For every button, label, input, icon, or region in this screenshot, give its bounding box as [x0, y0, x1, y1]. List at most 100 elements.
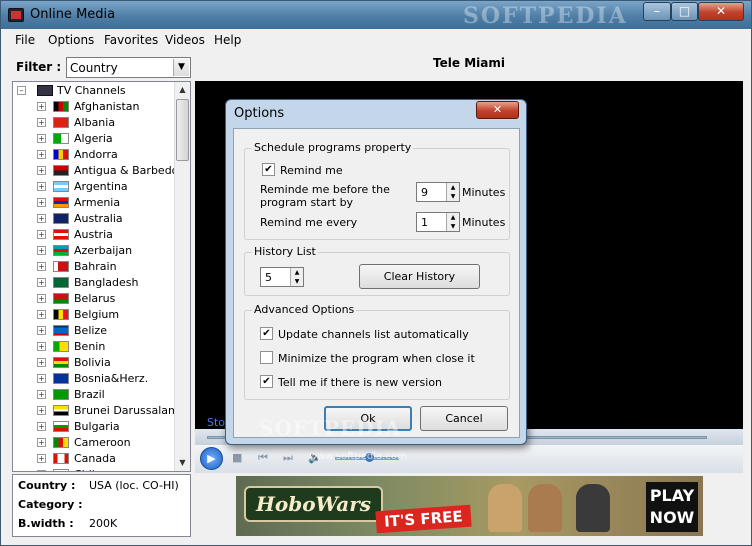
expand-icon[interactable]: +: [37, 390, 46, 399]
menu-options[interactable]: Options: [48, 33, 94, 47]
flag-icon: [53, 421, 69, 432]
banner-play-now[interactable]: PLAY NOW: [646, 482, 698, 532]
history-spinner[interactable]: 5 ▲ ▼: [260, 267, 304, 287]
menu-favorites[interactable]: Favorites: [104, 33, 158, 47]
menu-help[interactable]: Help: [214, 33, 241, 47]
schedule-group: Schedule programs property ✔ Remind me R…: [244, 141, 510, 240]
tree-item-label: Brunei Darussalam: [74, 404, 179, 417]
country-label: Country :: [18, 479, 76, 492]
remind-every-spinner[interactable]: 1 ▲ ▼: [416, 212, 460, 232]
flag-icon: [53, 389, 69, 400]
next-icon[interactable]: ⏭: [283, 451, 293, 465]
spinner-arrows-icon[interactable]: ▲ ▼: [290, 268, 303, 286]
player-controls: ▶ ■ ⏮ ⏭ 🔈: [195, 445, 743, 473]
filter-label: Filter :: [16, 60, 62, 74]
tv-app-icon: [8, 8, 24, 22]
tree-item-label: Belgium: [74, 308, 120, 321]
remind-before-value: 9: [421, 186, 428, 199]
expand-icon[interactable]: +: [37, 214, 46, 223]
ad-banner[interactable]: HoboWars IT'S FREE PLAY NOW: [236, 476, 703, 536]
expand-icon[interactable]: +: [37, 470, 46, 471]
tree-item-label: Belarus: [74, 292, 116, 305]
schedule-group-label: Schedule programs property: [252, 141, 414, 154]
expand-icon[interactable]: +: [37, 150, 46, 159]
flag-icon: [53, 469, 69, 471]
banner-figure: [528, 484, 562, 532]
expand-icon[interactable]: +: [37, 118, 46, 127]
expand-icon[interactable]: +: [37, 294, 46, 303]
expand-icon[interactable]: +: [37, 342, 46, 351]
flag-icon: [53, 213, 69, 224]
title-bar[interactable]: Online Media SOFTPEDIA – □ ✕: [1, 1, 751, 29]
minimize-button[interactable]: –: [643, 2, 671, 21]
tree-item-label: Cameroon: [74, 436, 131, 449]
expand-icon[interactable]: +: [37, 230, 46, 239]
expand-icon[interactable]: +: [37, 406, 46, 415]
expand-icon[interactable]: +: [37, 278, 46, 287]
menu-videos[interactable]: Videos: [165, 33, 205, 47]
flag-icon: [53, 325, 69, 336]
new-version-label: Tell me if there is new version: [278, 376, 443, 389]
maximize-button[interactable]: □: [671, 2, 698, 21]
expand-icon[interactable]: +: [37, 358, 46, 367]
expand-icon[interactable]: +: [37, 134, 46, 143]
remind-before-spinner[interactable]: 9 ▲ ▼: [416, 182, 460, 202]
category-label: Category :: [18, 498, 83, 511]
expand-icon[interactable]: +: [37, 310, 46, 319]
tree-item-label: Chile: [74, 468, 102, 471]
tree-item-label: Andorra: [74, 148, 118, 161]
flag-icon: [53, 437, 69, 448]
flag-icon: [53, 277, 69, 288]
expand-icon[interactable]: +: [37, 422, 46, 431]
bandwidth-label: B.width :: [18, 517, 74, 530]
filter-dropdown[interactable]: Country ▼: [66, 57, 191, 78]
expand-icon[interactable]: +: [37, 374, 46, 383]
watermark-url: www.softpedia.com: [309, 451, 407, 462]
expand-icon[interactable]: +: [37, 454, 46, 463]
spinner-arrows-icon[interactable]: ▲ ▼: [446, 213, 459, 231]
tree-item-label: Armenia: [74, 196, 121, 209]
flag-icon: [53, 245, 69, 256]
channel-info-panel: Country : USA (loc. CO-HI) Category : B.…: [12, 474, 191, 537]
flag-icon: [53, 357, 69, 368]
bandwidth-value: 200K: [89, 517, 118, 530]
tree-item-label: Brazil: [74, 388, 105, 401]
scroll-up-icon[interactable]: ▲: [175, 82, 190, 98]
stop-icon[interactable]: ■: [232, 451, 242, 464]
tree-root-label: TV Channels: [57, 84, 126, 97]
cancel-button[interactable]: Cancel: [420, 406, 508, 431]
expand-icon[interactable]: +: [37, 438, 46, 447]
collapse-icon[interactable]: –: [17, 86, 26, 95]
country-value: USA (loc. CO-HI): [89, 479, 179, 492]
expand-icon[interactable]: +: [37, 102, 46, 111]
dialog-close-button[interactable]: ✕: [476, 101, 519, 119]
expand-icon[interactable]: +: [37, 246, 46, 255]
scroll-down-icon[interactable]: ▼: [175, 455, 190, 471]
history-group-label: History List: [252, 245, 318, 258]
expand-icon[interactable]: +: [37, 166, 46, 175]
update-channels-checkbox[interactable]: ✔: [260, 327, 273, 340]
expand-icon[interactable]: +: [37, 262, 46, 271]
clear-history-button[interactable]: Clear History: [359, 264, 480, 289]
tree-scrollbar[interactable]: ▲ ▼: [174, 82, 190, 471]
play-button[interactable]: ▶: [200, 447, 223, 470]
scroll-thumb[interactable]: [176, 99, 189, 161]
minimize-on-close-checkbox[interactable]: [260, 351, 273, 364]
spinner-arrows-icon[interactable]: ▲ ▼: [446, 183, 459, 201]
flag-icon: [53, 453, 69, 464]
menu-file[interactable]: File: [15, 33, 35, 47]
expand-icon[interactable]: +: [37, 326, 46, 335]
flag-icon: [53, 133, 69, 144]
expand-icon[interactable]: +: [37, 182, 46, 191]
minutes-label: Minutes: [462, 186, 506, 199]
close-button[interactable]: ✕: [698, 2, 744, 21]
options-dialog: Options ✕ Schedule programs property ✔ R…: [225, 99, 527, 445]
chevron-down-icon[interactable]: ▼: [173, 59, 189, 76]
remind-me-checkbox[interactable]: ✔: [262, 163, 275, 176]
new-version-checkbox[interactable]: ✔: [260, 375, 273, 388]
watermark: SOFTPEDIA: [259, 416, 402, 440]
previous-icon[interactable]: ⏮: [258, 451, 268, 465]
remind-me-label: Remind me: [280, 164, 343, 177]
expand-icon[interactable]: +: [37, 198, 46, 207]
tree-item-label: Bangladesh: [74, 276, 139, 289]
